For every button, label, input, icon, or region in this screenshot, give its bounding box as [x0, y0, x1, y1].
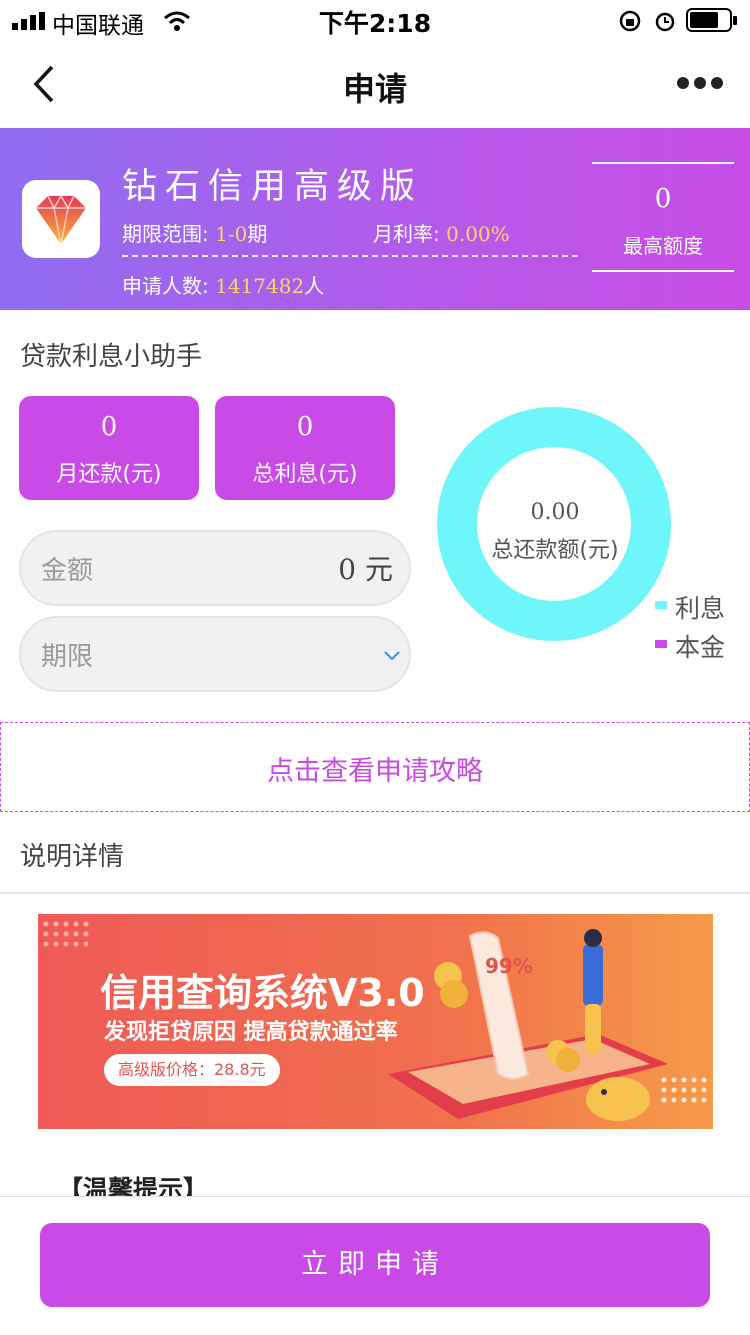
- total-interest-value: 0: [296, 412, 314, 442]
- monthly-rate: 月利率: 0.00%: [373, 222, 510, 246]
- status-bar: 中国联通 下午2:18: [0, 0, 750, 42]
- total-repayment-value: 0.00: [530, 500, 580, 525]
- max-limit-value: 0: [654, 184, 672, 214]
- monthly-payment-value: 0: [100, 412, 118, 442]
- details-title: 说明详情: [20, 842, 125, 872]
- term-placeholder: 期限: [41, 642, 94, 672]
- term-range: 期限范围: 1-0期: [122, 222, 268, 246]
- amount-field[interactable]: 金额 0 元: [19, 530, 411, 606]
- principal-legend-label: 本金: [675, 633, 726, 662]
- calculator-title: 贷款利息小助手: [20, 342, 203, 372]
- amount-value: 0 元: [338, 553, 393, 586]
- monthly-payment-card: 0 月还款(元): [19, 396, 199, 500]
- product-name: 钻石信用高级版: [122, 167, 424, 207]
- max-limit-box: 0 最高额度: [592, 162, 734, 274]
- strategy-link[interactable]: 点击查看申请攻略: [0, 722, 750, 812]
- dots-decoration: [43, 921, 89, 947]
- banner-subtitle: 发现拒贷原因 提高贷款通过率: [104, 1020, 398, 1045]
- interest-legend-label: 利息: [675, 594, 726, 623]
- phone-illustration: [388, 929, 668, 1121]
- banner-title: 信用查询系统V3.0: [100, 971, 425, 1015]
- dots-decoration: [661, 1077, 707, 1103]
- divider: [122, 255, 578, 257]
- apply-button[interactable]: 立即申请: [40, 1223, 710, 1307]
- bottom-action-bar: 立即申请: [0, 1196, 750, 1335]
- banner-percent-label: 99%: [485, 954, 533, 978]
- total-interest-card: 0 总利息(元): [215, 396, 395, 500]
- max-limit-label: 最高额度: [623, 234, 703, 258]
- battery-icon: [686, 8, 737, 32]
- page-title: 申请: [342, 70, 407, 108]
- alarm-icon: [655, 12, 675, 32]
- product-logo: [22, 180, 100, 258]
- term-select[interactable]: 期限: [19, 616, 411, 692]
- divider: [0, 892, 750, 894]
- nav-bar: 申请: [0, 42, 750, 128]
- total-interest-label: 总利息(元): [252, 462, 358, 487]
- chevron-down-icon: [384, 651, 400, 661]
- applicant-count: 申请人数: 1417482人: [122, 274, 325, 298]
- banner-price-badge: 高级版价格：28.8元: [104, 1054, 280, 1086]
- monthly-payment-label: 月还款(元): [56, 462, 162, 487]
- product-header: 钻石信用高级版 期限范围: 1-0期 月利率: 0.00% 申请人数: 1417…: [0, 128, 750, 310]
- interest-legend-swatch: [655, 601, 667, 609]
- strategy-link-label: 点击查看申请攻略: [267, 756, 483, 787]
- more-icon[interactable]: [676, 76, 724, 90]
- principal-legend-swatch: [655, 640, 667, 648]
- total-repayment-label: 总还款额(元): [491, 538, 619, 563]
- diamond-icon: [36, 194, 86, 245]
- rotation-lock-icon: [619, 10, 641, 32]
- promo-banner[interactable]: 信用查询系统V3.0 发现拒贷原因 提高贷款通过率 高级版价格：28.8元 99…: [38, 914, 713, 1129]
- amount-placeholder: 金额: [41, 556, 94, 586]
